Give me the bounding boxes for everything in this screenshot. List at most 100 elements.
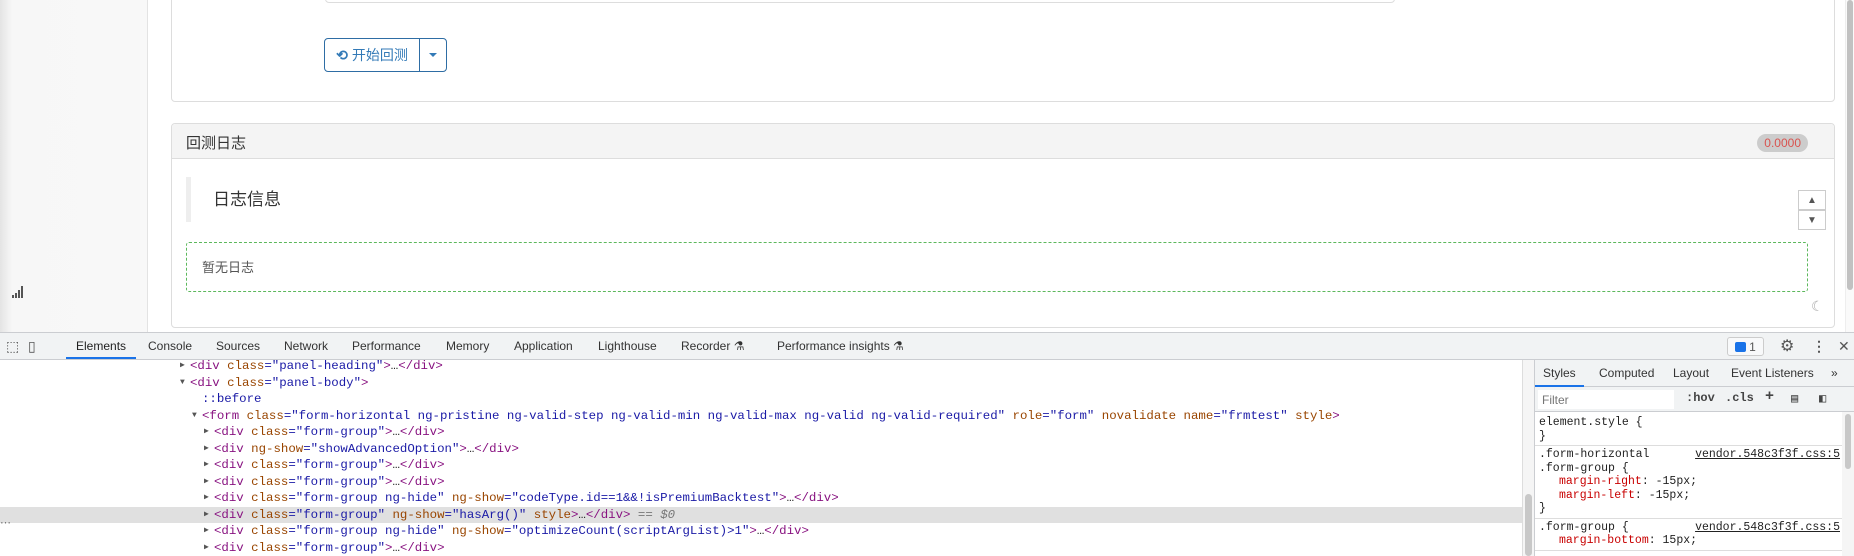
token-attr: class — [219, 375, 265, 390]
tab-sources[interactable]: Sources — [206, 333, 270, 359]
property-name: margin-right — [1559, 475, 1642, 488]
styles-scrollbar[interactable] — [1842, 412, 1854, 556]
backtest-log-panel: 回测日志 0.0000 — [171, 123, 1835, 328]
dom-node-line[interactable]: ▶ <div class="form-group ng-hide" ng-show… — [0, 523, 1522, 540]
css-property[interactable]: margin-left: -15px; — [1539, 489, 1842, 503]
collapse-triangle-icon[interactable]: ▶ — [204, 490, 209, 507]
dom-node-line[interactable]: ▶ <div class="form-group ng-hide" ng-show… — [0, 490, 1522, 507]
styles-tab-layout[interactable]: Layout — [1665, 360, 1717, 387]
dom-node-line[interactable]: ▼ <div class="panel-body"> — [0, 375, 1522, 392]
page-scrollbar[interactable] — [1845, 0, 1854, 332]
inspect-element-icon[interactable]: ⬚ — [6, 338, 19, 355]
styles-tab-more[interactable]: » — [1823, 360, 1846, 387]
moon-icon[interactable]: ☾ — [1811, 298, 1824, 315]
dom-node-markup: <form class="form-horizontal ng-pristine… — [202, 408, 1340, 425]
collapse-triangle-icon[interactable]: ▶ — [204, 424, 209, 441]
settings-input-box[interactable] — [325, 0, 1395, 3]
token-attr: ng-show — [444, 491, 505, 505]
styles-tab-event-listeners[interactable]: Event Listeners — [1723, 360, 1822, 387]
token-attr: ng-show — [444, 524, 505, 538]
token-val: ="optimizeCount(scriptArgList)>1" — [504, 524, 750, 538]
collapse-triangle-icon[interactable]: ▶ — [204, 523, 209, 540]
tab-performance[interactable]: Performance — [342, 333, 431, 359]
signal-icon — [12, 285, 26, 298]
more-icon[interactable]: ⋯ — [0, 516, 11, 529]
dom-node-line[interactable]: ▶ <div class="form-group" ng-show="hasArg… — [0, 506, 1522, 524]
collapse-triangle-icon[interactable]: ▶ — [204, 540, 209, 556]
close-icon[interactable]: ✕ — [1838, 338, 1850, 355]
token-txt: … — [578, 507, 586, 522]
tab-application[interactable]: Application — [504, 333, 583, 359]
chevron-up-icon[interactable]: ▲ — [1798, 190, 1826, 210]
css-selector: .form-group { — [1539, 461, 1629, 475]
device-toolbar-icon[interactable]: ▯ — [28, 338, 36, 355]
css-property[interactable]: margin-bottom: 15px; — [1539, 534, 1842, 548]
start-backtest-button[interactable]: ⟲ 开始回测 — [325, 39, 420, 71]
styles-tab-styles[interactable]: Styles — [1535, 360, 1584, 387]
dom-node-line[interactable]: ▶ <div class="form-group">…</div> — [0, 457, 1522, 474]
elements-dom-tree: ▶ <div class="panel-heading">…</div> ▼ <div… — [0, 360, 1522, 556]
tab-memory[interactable]: Memory — [436, 333, 499, 359]
token-val: ="form-group ng-hide" — [288, 524, 445, 538]
tab-elements[interactable]: Elements — [66, 333, 137, 359]
gear-icon[interactable]: ⚙ — [1780, 336, 1794, 356]
styles-tab-computed[interactable]: Computed — [1591, 360, 1662, 387]
tab-recorder[interactable]: Recorder ⚗ — [671, 333, 754, 359]
styles-filter-row: :hov .cls + ▤ ◧ — [1535, 387, 1854, 412]
token-tag: > — [749, 524, 757, 538]
issues-button[interactable]: 1 — [1727, 337, 1764, 356]
chevron-down-icon[interactable]: ▼ — [1798, 210, 1826, 230]
collapse-triangle-icon[interactable]: ▶ — [204, 474, 209, 491]
dom-node-markup: ::before — [202, 391, 262, 408]
collapse-triangle-icon[interactable]: ▶ — [204, 441, 209, 458]
token-attr: class — [243, 524, 289, 538]
log-empty-box: 暂无日志 — [186, 242, 1808, 292]
collapse-triangle-icon[interactable]: ▶ — [204, 507, 209, 524]
css-property[interactable]: margin-right: -15px; — [1539, 475, 1842, 489]
collapse-triangle-icon[interactable]: ▶ — [180, 360, 185, 375]
token-txt: … — [392, 474, 400, 489]
dom-node-line[interactable]: ::before — [0, 391, 1522, 408]
token-tag: <div — [214, 425, 244, 439]
message-icon — [1735, 341, 1747, 352]
css-source-link[interactable]: vendor.548c3f3f.css:5 — [1695, 521, 1840, 535]
dom-node-line[interactable]: ▶ <div class="form-group">…</div> — [0, 474, 1522, 491]
token-tag: <div — [214, 441, 244, 456]
token-txt: … — [392, 425, 400, 439]
elements-scrollbar[interactable] — [1522, 360, 1534, 556]
css-source-link[interactable]: vendor.548c3f3f.css:5 — [1695, 448, 1840, 462]
toggle-sidebar-icon[interactable]: ◧ — [1819, 391, 1826, 406]
expand-triangle-icon[interactable]: ▼ — [192, 408, 197, 425]
token-tag: > — [361, 375, 369, 390]
token-val: ="panel-body" — [264, 375, 362, 390]
styles-tabs: Styles Computed Layout Event Listeners» — [1535, 360, 1854, 387]
dom-node-line[interactable]: ▼ <form class="form-horizontal ng-pristin… — [0, 408, 1522, 425]
token-attr: class — [239, 408, 284, 423]
dom-node-markup: <div class="form-group">…</div> — [214, 474, 445, 491]
tab-lighthouse[interactable]: Lighthouse — [588, 333, 667, 359]
tab-performance-insights[interactable]: Performance insights ⚗ — [767, 333, 914, 359]
dom-node-markup: <div class="panel-body"> — [190, 375, 368, 392]
tab-console[interactable]: Console — [138, 333, 202, 359]
tab-network[interactable]: Network — [274, 333, 338, 359]
collapse-triangle-icon[interactable]: ▶ — [204, 457, 209, 474]
token-val: ="frmtest" — [1213, 408, 1288, 423]
dom-node-line[interactable]: ▶ <div ng-show="showAdvancedOption">…</di… — [0, 441, 1522, 458]
dom-node-line[interactable]: ▶ <div class="form-group">…</div> — [0, 540, 1522, 556]
dom-node-line[interactable]: ▶ <div class="panel-heading">…</div> — [0, 360, 1522, 375]
class-toggle[interactable]: .cls — [1725, 391, 1754, 405]
more-options-icon[interactable]: ⋮ — [1812, 338, 1826, 355]
property-name: margin-bottom — [1559, 534, 1649, 547]
dom-node-line[interactable]: ▶ <div class="form-group">…</div> — [0, 424, 1522, 441]
caret-down-icon[interactable] — [420, 39, 446, 71]
expand-triangle-icon[interactable]: ▼ — [180, 375, 185, 392]
hover-state-toggle[interactable]: :hov — [1686, 391, 1715, 405]
dom-node-markup: <div class="form-group ng-hide" ng-show=… — [214, 523, 809, 540]
new-rule-button[interactable]: + — [1765, 388, 1774, 405]
token-tag: <div — [214, 507, 244, 522]
token-val: ="form-horizontal ng-pristine ng-valid-s… — [283, 408, 1006, 423]
styles-filter-input[interactable] — [1538, 390, 1674, 409]
history-icon: ⟲ — [336, 46, 348, 63]
token-val: ="hasArg()" — [444, 507, 527, 522]
paint-icon[interactable]: ▤ — [1791, 391, 1798, 406]
